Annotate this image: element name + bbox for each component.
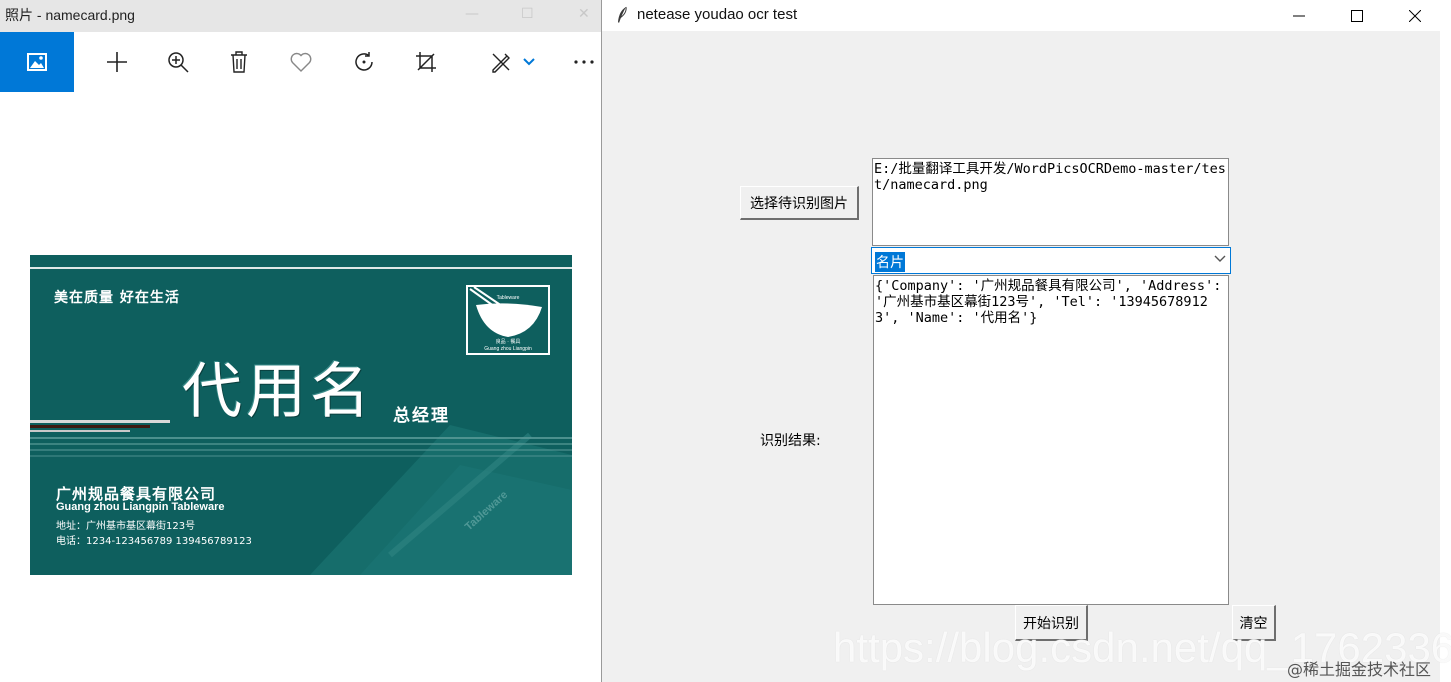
card-slogan: 美在质量 好在生活: [54, 290, 180, 306]
chevron-down-icon[interactable]: [1214, 255, 1226, 263]
minimize-icon: [1293, 15, 1305, 16]
photos-titlebar: 照片 - namecard.png — ☐ ✕: [0, 0, 601, 32]
delete-icon: [231, 51, 247, 73]
result-label: 识别结果:: [760, 433, 821, 449]
card-logo: Tableware 良品 · 餐具 Guang zhou Liangpin: [466, 285, 550, 355]
ocr-type-combobox[interactable]: 名片: [871, 247, 1231, 274]
image-icon: [27, 53, 47, 71]
edit-dropdown-button[interactable]: [504, 32, 554, 92]
zoom-in-icon: [168, 52, 189, 73]
feather-icon: [618, 6, 627, 23]
maximize-icon: [1351, 9, 1363, 22]
chevron-down-icon: [523, 58, 535, 66]
desktop-edge: [1440, 0, 1451, 682]
ocr-window: netease youdao ocr test 选择待识别图片 E:/批量翻译工…: [602, 0, 1440, 682]
photos-toolbar: [0, 32, 601, 92]
rotate-button[interactable]: [339, 32, 389, 92]
zoom-in-button[interactable]: [153, 32, 203, 92]
add-button[interactable]: [92, 32, 142, 92]
close-button[interactable]: [1386, 0, 1444, 31]
namecard-image: 美在质量 好在生活 代用名 总经理 Tableware 良品 · 餐具 Guan…: [30, 255, 572, 575]
card-top-line: [30, 267, 572, 269]
view-image-button[interactable]: [0, 32, 74, 92]
minimize-button[interactable]: [1270, 0, 1328, 31]
close-icon: [1409, 9, 1421, 22]
ocr-window-title: netease youdao ocr test: [637, 6, 798, 23]
card-person-name: 代用名: [182, 357, 374, 427]
card-company-en: Guang zhou Liangpin Tableware: [56, 501, 225, 513]
card-address: 地址：广州基市基区幕街123号: [56, 521, 196, 532]
crop-icon: [416, 52, 436, 72]
juejin-credit: @稀土掘金技术社区: [1287, 660, 1432, 679]
logo-text-bottom: Guang zhou Liangpin: [484, 346, 532, 352]
maximize-icon[interactable]: ☐: [521, 6, 534, 22]
minimize-icon[interactable]: —: [465, 6, 479, 22]
rotate-icon: [355, 52, 373, 71]
card-job-title: 总经理: [393, 406, 450, 426]
maximize-button[interactable]: [1328, 0, 1386, 31]
logo-text-top: Tableware: [497, 295, 520, 301]
logo-text-mid: 良品 · 餐具: [496, 338, 521, 345]
ocr-titlebar: netease youdao ocr test: [602, 0, 1440, 31]
result-textbox[interactable]: {'Company': '广州规品餐具有限公司', 'Address': '广州…: [873, 275, 1229, 605]
photos-window: 照片 - namecard.png — ☐ ✕ 美在质量 好在生活 代用名 总经…: [0, 0, 601, 682]
add-icon: [107, 52, 127, 72]
bowl-logo-icon: Tableware 良品 · 餐具 Guang zhou Liangpin: [469, 286, 542, 352]
delete-button[interactable]: [214, 32, 264, 92]
select-image-button[interactable]: 选择待识别图片: [740, 186, 859, 220]
photos-window-title: 照片 - namecard.png: [5, 7, 135, 23]
more-icon: [574, 60, 594, 64]
card-phone: 电话：1234-123456789 139456789123: [56, 536, 252, 547]
favorite-button[interactable]: [276, 32, 326, 92]
file-path-textbox[interactable]: E:/批量翻译工具开发/WordPicsOCRDemo-master/test/…: [872, 158, 1229, 246]
ocr-type-selected: 名片: [875, 252, 905, 272]
crop-button[interactable]: [401, 32, 451, 92]
favorite-icon: [290, 52, 312, 72]
close-icon[interactable]: ✕: [578, 6, 590, 22]
